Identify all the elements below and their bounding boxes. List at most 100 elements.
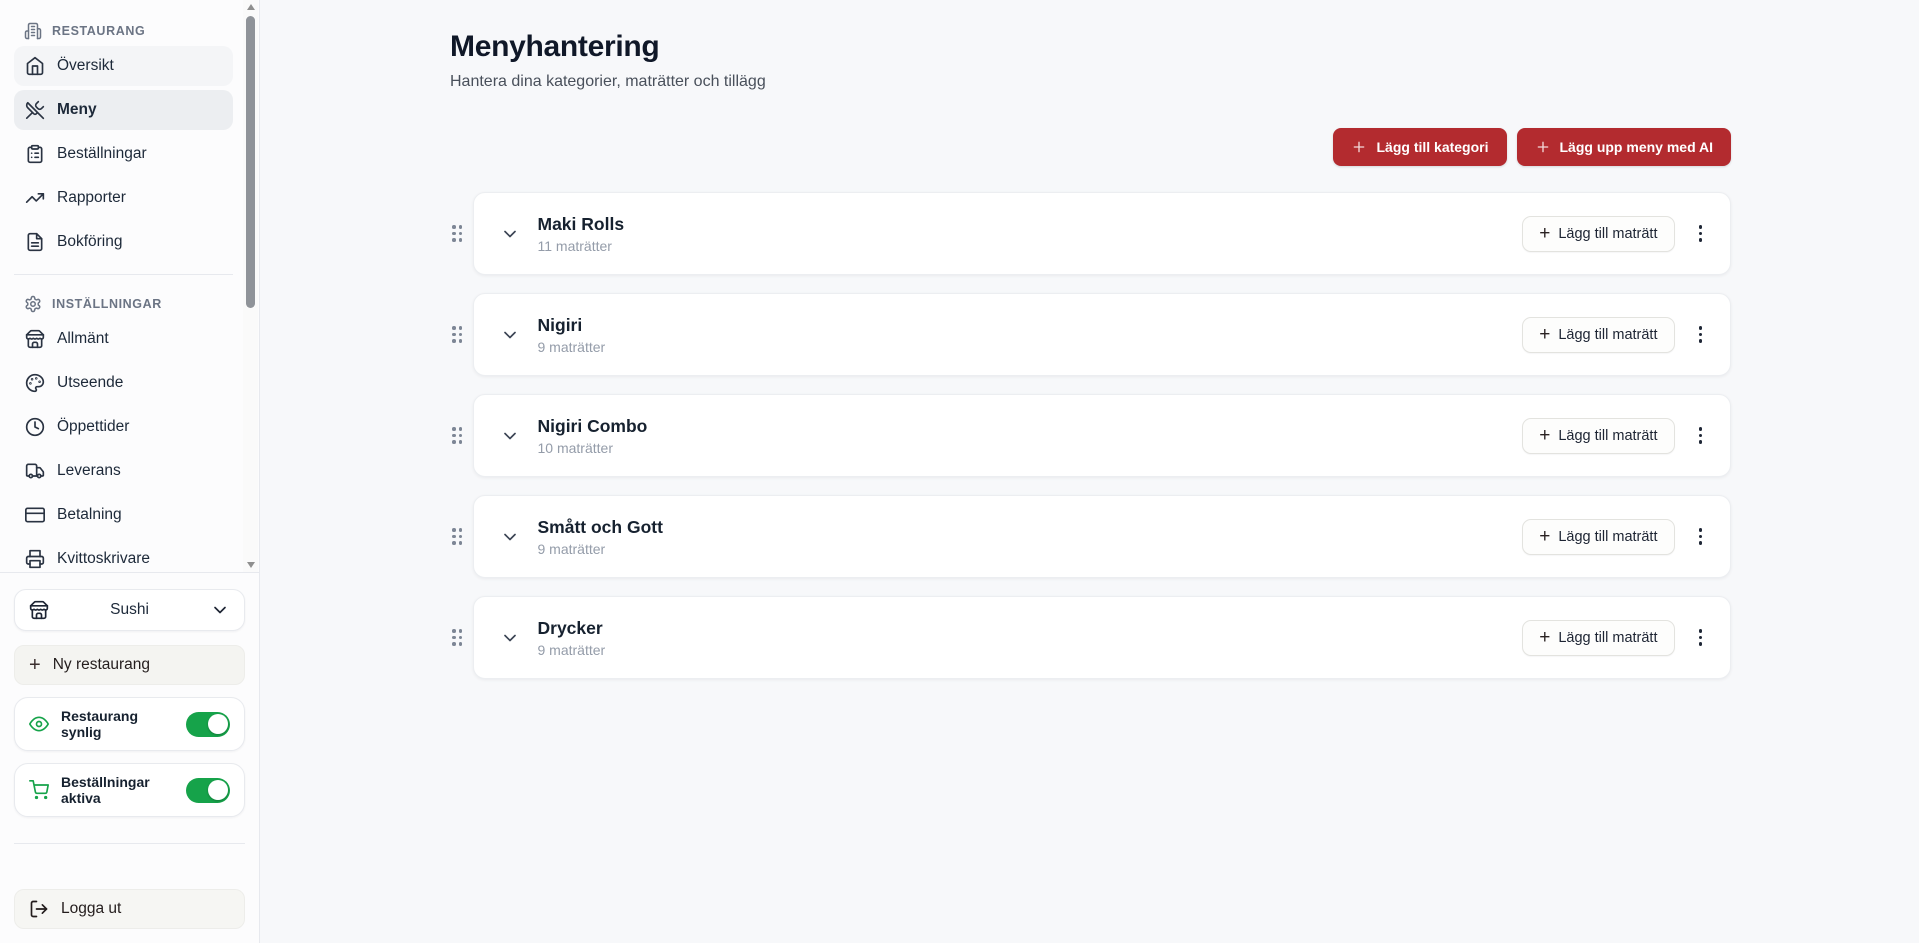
sidebar-item-label: Översikt	[57, 57, 114, 75]
sidebar-item-label: Rapporter	[57, 189, 126, 207]
sidebar-item-label: Betalning	[57, 506, 122, 524]
sidebar-item--ppettider[interactable]: Öppettider	[14, 407, 233, 447]
category-info: Drycker 9 maträtter	[538, 618, 606, 658]
drag-handle-icon[interactable]	[450, 322, 465, 347]
expand-category-button[interactable]	[496, 321, 524, 349]
section-header: RESTAURANG	[14, 16, 233, 46]
ai-menu-label: Lägg upp meny med AI	[1560, 139, 1714, 155]
category-row: Nigiri 9 maträtter + Lägg till maträtt	[450, 293, 1731, 376]
cart-icon	[29, 780, 49, 800]
sidebar-item-betalning[interactable]: Betalning	[14, 495, 233, 535]
add-dish-button[interactable]: + Lägg till maträtt	[1522, 317, 1674, 353]
add-category-button[interactable]: Lägg till kategori	[1333, 128, 1506, 166]
category-card: Maki Rolls 11 maträtter + Lägg till matr…	[473, 192, 1732, 275]
category-name: Nigiri Combo	[538, 416, 648, 437]
category-name: Nigiri	[538, 315, 606, 336]
toggle-knob	[208, 714, 228, 734]
kebab-menu-icon[interactable]	[1695, 221, 1707, 246]
palette-icon	[25, 373, 45, 393]
logout-button[interactable]: Logga ut	[14, 889, 245, 929]
category-actions: + Lägg till maträtt	[1522, 418, 1706, 454]
drag-handle-icon[interactable]	[450, 423, 465, 448]
plus-icon: +	[1539, 628, 1550, 647]
building-icon	[24, 22, 42, 40]
chevron-down-icon	[500, 426, 520, 446]
category-actions: + Lägg till maträtt	[1522, 317, 1706, 353]
section-label: RESTAURANG	[52, 24, 145, 38]
category-actions: + Lägg till maträtt	[1522, 216, 1706, 252]
scrollbar-thumb[interactable]	[246, 16, 255, 308]
scroll-up-arrow-icon[interactable]	[243, 0, 258, 14]
header-actions: Lägg till kategori Lägg upp meny med AI	[450, 128, 1731, 166]
add-dish-label: Lägg till maträtt	[1558, 630, 1657, 646]
sidebar-item-label: Meny	[57, 101, 97, 119]
plus-icon	[1535, 139, 1551, 155]
expand-category-button[interactable]	[496, 624, 524, 652]
kebab-menu-icon[interactable]	[1695, 524, 1707, 549]
restaurant-selector[interactable]: Sushi	[14, 589, 245, 631]
toggle-switch[interactable]	[186, 778, 230, 803]
drag-handle-icon[interactable]	[450, 221, 465, 246]
chevron-down-icon	[500, 224, 520, 244]
ai-menu-upload-button[interactable]: Lägg upp meny med AI	[1517, 128, 1732, 166]
plus-icon: +	[1539, 426, 1550, 445]
category-card: Drycker 9 maträtter + Lägg till maträtt	[473, 596, 1732, 679]
toggle-switch[interactable]	[186, 712, 230, 737]
plus-icon: +	[1539, 527, 1550, 546]
restaurant-selector-value: Sushi	[49, 601, 210, 619]
plus-icon	[1351, 139, 1367, 155]
expand-category-button[interactable]	[496, 523, 524, 551]
new-restaurant-label: Ny restaurang	[53, 656, 150, 674]
add-dish-label: Lägg till maträtt	[1558, 327, 1657, 343]
sidebar-item-leverans[interactable]: Leverans	[14, 451, 233, 491]
category-card: Nigiri 9 maträtter + Lägg till maträtt	[473, 293, 1732, 376]
drag-handle-icon[interactable]	[450, 625, 465, 650]
add-dish-button[interactable]: + Lägg till maträtt	[1522, 418, 1674, 454]
category-card: Nigiri Combo 10 maträtter + Lägg till ma…	[473, 394, 1732, 477]
drag-handle-icon[interactable]	[450, 524, 465, 549]
sidebar-item-best-llningar[interactable]: Beställningar	[14, 134, 233, 174]
add-dish-button[interactable]: + Lägg till maträtt	[1522, 519, 1674, 555]
add-dish-button[interactable]: + Lägg till maträtt	[1522, 216, 1674, 252]
sidebar-item-utseende[interactable]: Utseende	[14, 363, 233, 403]
kebab-menu-icon[interactable]	[1695, 322, 1707, 347]
sidebar-item-label: Bokföring	[57, 233, 122, 251]
sidebar-item-label: Öppettider	[57, 418, 129, 436]
eye-icon	[29, 714, 49, 734]
sidebar-item--versikt[interactable]: Översikt	[14, 46, 233, 86]
store-icon	[25, 329, 45, 349]
credit-card-icon	[25, 505, 45, 525]
toggle-knob	[208, 780, 228, 800]
printer-icon	[25, 549, 45, 569]
sidebar-item-meny[interactable]: Meny	[14, 90, 233, 130]
sidebar-item-allm-nt[interactable]: Allmänt	[14, 319, 233, 359]
sidebar-item-kvittoskrivare[interactable]: Kvittoskrivare	[14, 539, 233, 572]
page-subtitle: Hantera dina kategorier, maträtter och t…	[450, 73, 1731, 91]
category-row: Smått och Gott 9 maträtter + Lägg till m…	[450, 495, 1731, 578]
expand-category-button[interactable]	[496, 422, 524, 450]
expand-category-button[interactable]	[496, 220, 524, 248]
toggle-label: Restaurang synlig	[61, 708, 174, 740]
plus-icon: +	[1539, 224, 1550, 243]
add-dish-button[interactable]: + Lägg till maträtt	[1522, 620, 1674, 656]
category-list: Maki Rolls 11 maträtter + Lägg till matr…	[450, 192, 1731, 679]
category-name: Maki Rolls	[538, 214, 625, 235]
category-row: Maki Rolls 11 maträtter + Lägg till matr…	[450, 192, 1731, 275]
clipboard-list-icon	[25, 144, 45, 164]
sidebar-item-label: Kvittoskrivare	[57, 550, 150, 568]
home-icon	[25, 56, 45, 76]
sidebar-item-rapporter[interactable]: Rapporter	[14, 178, 233, 218]
sidebar-item-label: Utseende	[57, 374, 123, 392]
kebab-menu-icon[interactable]	[1695, 625, 1707, 650]
scroll-down-arrow-icon[interactable]	[243, 558, 258, 572]
new-restaurant-button[interactable]: + Ny restaurang	[14, 645, 245, 685]
category-row: Nigiri Combo 10 maträtter + Lägg till ma…	[450, 394, 1731, 477]
sidebar-scrollbar[interactable]	[243, 0, 258, 572]
category-name: Drycker	[538, 618, 606, 639]
sidebar-item-bokf-ring[interactable]: Bokföring	[14, 222, 233, 262]
kebab-menu-icon[interactable]	[1695, 423, 1707, 448]
category-actions: + Lägg till maträtt	[1522, 519, 1706, 555]
section-header: INSTÄLLNINGAR	[14, 289, 233, 319]
category-dish-count: 9 maträtter	[538, 642, 606, 658]
category-info: Maki Rolls 11 maträtter	[538, 214, 625, 254]
